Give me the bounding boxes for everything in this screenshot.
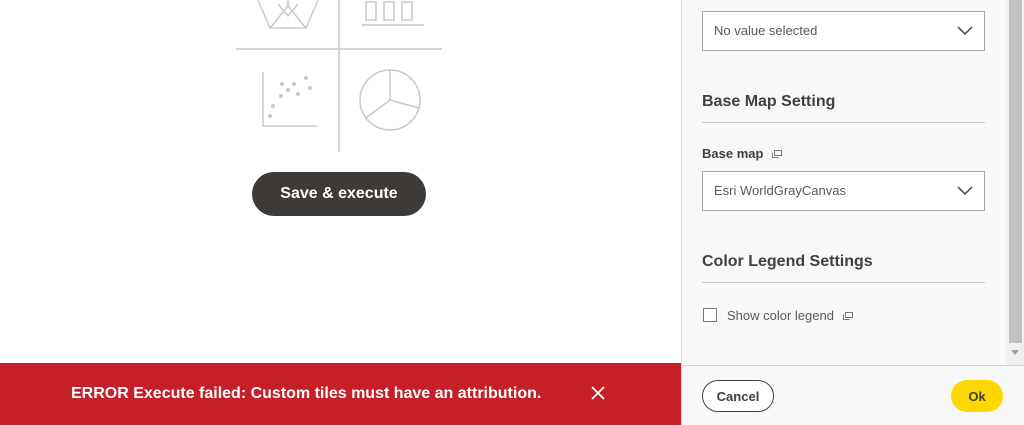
show-color-legend-text: Show color legend xyxy=(727,308,834,323)
settings-panel: No value selected Base Map Setting Base … xyxy=(681,0,1024,425)
binding-icon[interactable] xyxy=(772,147,783,162)
bar-chart-icon xyxy=(362,1,424,26)
close-icon[interactable] xyxy=(589,384,607,402)
main-area: Save & execute xyxy=(0,0,681,425)
radar-chart-icon xyxy=(257,0,319,29)
scrollbar-thumb[interactable] xyxy=(1009,0,1022,343)
show-color-legend-checkbox[interactable] xyxy=(703,308,717,322)
base-map-section-title: Base Map Setting xyxy=(702,93,985,123)
ok-button[interactable]: Ok xyxy=(951,380,1003,412)
value-select-text: No value selected xyxy=(714,23,818,38)
scatter-chart-icon xyxy=(262,72,317,127)
cancel-button[interactable]: Cancel xyxy=(702,380,774,412)
panel-scrollbar[interactable] xyxy=(1006,0,1024,365)
base-map-label: Base map xyxy=(702,146,783,162)
error-toast: ERROR Execute failed: Custom tiles must … xyxy=(0,363,681,425)
chart-type-illustration xyxy=(236,0,442,152)
base-map-select[interactable]: Esri WorldGrayCanvas xyxy=(702,171,985,211)
base-map-label-text: Base map xyxy=(702,146,764,161)
scroll-down-arrow-icon[interactable] xyxy=(1011,350,1019,355)
chart-type-grid xyxy=(236,0,442,152)
chevron-down-icon xyxy=(957,186,973,196)
settings-panel-body: No value selected Base Map Setting Base … xyxy=(682,0,1006,365)
binding-icon[interactable] xyxy=(842,309,854,324)
save-and-execute-button[interactable]: Save & execute xyxy=(252,172,426,216)
color-legend-section-title: Color Legend Settings xyxy=(702,253,985,283)
base-map-select-text: Esri WorldGrayCanvas xyxy=(714,183,846,198)
show-color-legend-label: Show color legend xyxy=(727,308,854,324)
pie-chart-icon xyxy=(359,69,421,131)
value-select[interactable]: No value selected xyxy=(702,11,985,51)
chevron-down-icon xyxy=(957,26,973,36)
panel-footer: Cancel Ok xyxy=(682,365,1024,425)
error-message: ERROR Execute failed: Custom tiles must … xyxy=(71,385,542,402)
